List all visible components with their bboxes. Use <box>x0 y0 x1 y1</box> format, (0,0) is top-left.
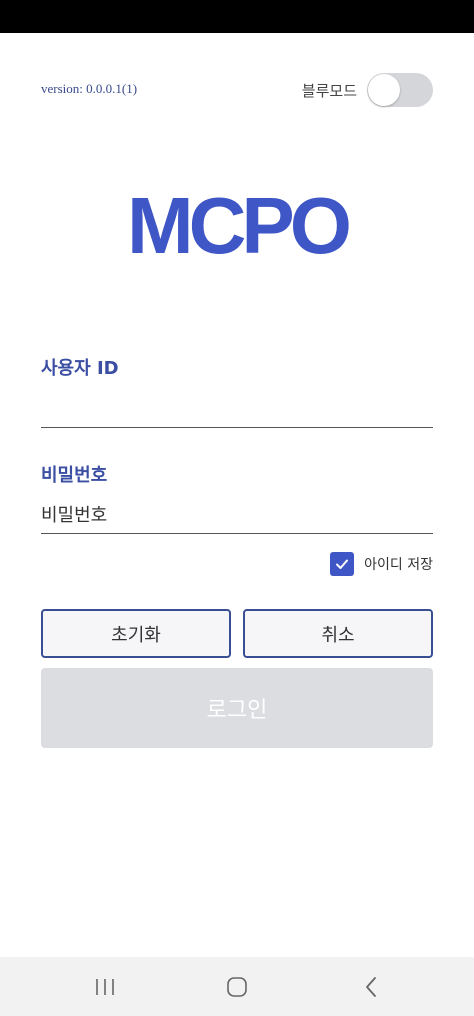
recent-apps-button[interactable] <box>80 971 130 1003</box>
login-button[interactable]: 로그인 <box>41 668 433 748</box>
back-button[interactable] <box>346 971 396 1003</box>
save-id-checkbox[interactable] <box>330 552 355 576</box>
blue-mode-toggle[interactable] <box>367 73 433 107</box>
home-button[interactable] <box>212 971 262 1003</box>
save-id-option[interactable]: 아이디 저장 <box>330 552 433 576</box>
navigation-bar <box>0 957 474 1016</box>
reset-button[interactable]: 초기화 <box>41 609 231 658</box>
save-id-label: 아이디 저장 <box>364 557 433 573</box>
user-id-label: 사용자 ID <box>41 358 119 379</box>
user-id-input[interactable] <box>41 391 433 428</box>
home-icon <box>227 977 247 997</box>
blue-mode-label: 블루모드 <box>301 82 357 100</box>
version-text: version: 0.0.0.1(1) <box>41 81 138 96</box>
check-icon <box>336 559 349 569</box>
cancel-button[interactable]: 취소 <box>243 609 433 658</box>
password-input[interactable] <box>41 497 433 534</box>
app-logo: MCPO <box>127 181 352 270</box>
status-bar <box>0 0 474 33</box>
back-icon <box>366 977 376 997</box>
toggle-knob <box>368 74 400 106</box>
top-row: version: 0.0.0.1(1) 블루모드 <box>41 73 433 107</box>
recent-apps-icon <box>96 979 114 995</box>
password-label: 비밀번호 <box>41 465 108 486</box>
